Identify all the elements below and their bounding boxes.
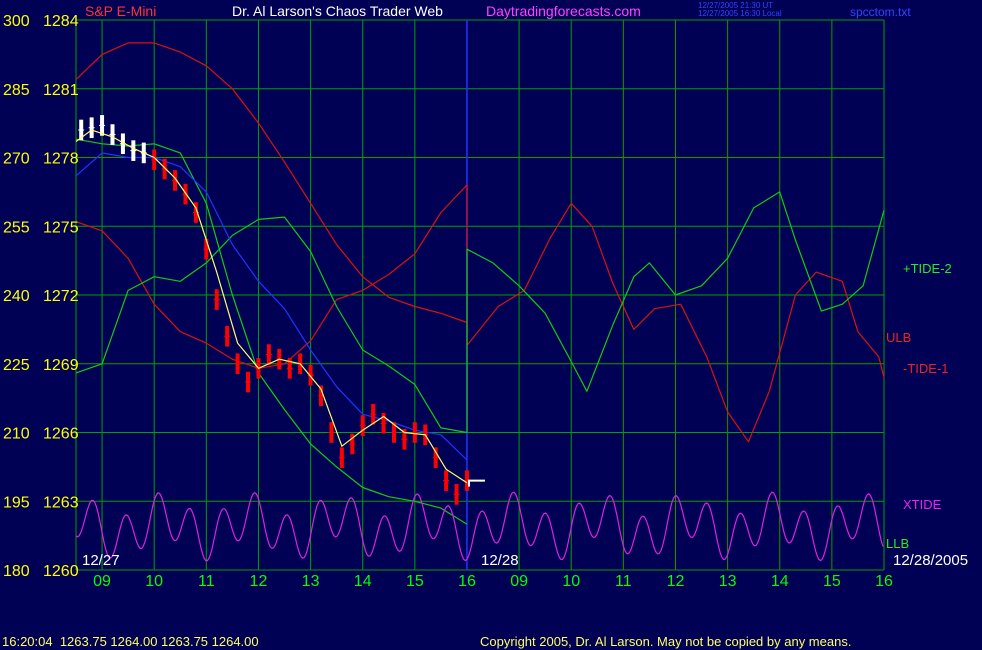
- left-axis-label: 225: [3, 357, 30, 374]
- date-label-start: 12/27: [82, 552, 120, 569]
- ulb-label: ULB: [886, 330, 911, 345]
- instrument-label: S&P E-Mini: [85, 3, 156, 19]
- time-axis-label: 11: [198, 573, 215, 590]
- price-axis-label: 1272: [43, 288, 79, 305]
- time-axis-label: 12: [667, 573, 685, 590]
- time-axis-label: 13: [302, 573, 320, 590]
- price-axis-label: 1278: [43, 151, 79, 168]
- tide2-label: +TIDE-2: [903, 261, 952, 276]
- left-axis-label: 210: [3, 426, 30, 443]
- left-axis-label: 270: [3, 151, 30, 168]
- price-axis-label: 1284: [43, 13, 79, 30]
- quote-readout: 16:20:04 1263.75 1264.00 1263.75 1264.00: [2, 634, 259, 649]
- time-axis-label: 10: [562, 573, 580, 590]
- left-axis-label: 180: [3, 563, 30, 580]
- llb-label: LLB: [886, 536, 909, 551]
- time-axis-label: 13: [719, 573, 737, 590]
- tide1-label: -TIDE-1: [903, 361, 949, 376]
- left-axis-labels: 300 285 270 255 240 225 210 195 180: [3, 13, 30, 580]
- left-axis-label: 300: [3, 13, 30, 30]
- chaos-trader-chart: S&P E-Mini Dr. Al Larson's Chaos Trader …: [0, 0, 982, 650]
- copyright: Copyright 2005, Dr. Al Larson. May not b…: [480, 634, 851, 649]
- time-axis-label: 16: [875, 573, 893, 590]
- chart-title: Dr. Al Larson's Chaos Trader Web: [232, 3, 443, 19]
- time-axis-label: 15: [823, 573, 841, 590]
- time-axis-label: 09: [510, 573, 528, 590]
- date-label-mid: 12/28: [481, 552, 519, 569]
- price-axis-label: 1275: [43, 219, 79, 236]
- xtide-label: XTIDE: [903, 497, 942, 512]
- time-axis-label: 12: [250, 573, 268, 590]
- left-axis-label: 255: [3, 219, 30, 236]
- price-axis-label: 1281: [43, 82, 79, 99]
- time-axis-label: 11: [615, 573, 632, 590]
- left-axis-label: 195: [3, 494, 30, 511]
- time-axis-label: 10: [145, 573, 163, 590]
- price-axis-label: 1260: [43, 563, 79, 580]
- time-axis-label: 16: [458, 573, 476, 590]
- site-link[interactable]: Daytradingforecasts.com: [486, 3, 641, 19]
- price-axis-label: 1263: [43, 494, 79, 511]
- left-axis-label: 240: [3, 288, 30, 305]
- timestamp-local: 12/27/2005 16:30 Local: [698, 9, 782, 18]
- data-filename: spcctom.txt: [850, 5, 911, 19]
- time-axis-label: 09: [93, 573, 111, 590]
- time-axis-label: 14: [771, 573, 789, 590]
- time-axis-label: 14: [354, 573, 372, 590]
- price-axis-labels: 1284 1281 1278 1275 1272 1269 1266 1263 1260: [43, 13, 79, 580]
- left-axis-label: 285: [3, 82, 30, 99]
- price-axis-label: 1266: [43, 426, 79, 443]
- price-axis-label: 1269: [43, 357, 79, 374]
- date-label-end: 12/28/2005: [893, 552, 968, 569]
- time-axis-label: 15: [406, 573, 424, 590]
